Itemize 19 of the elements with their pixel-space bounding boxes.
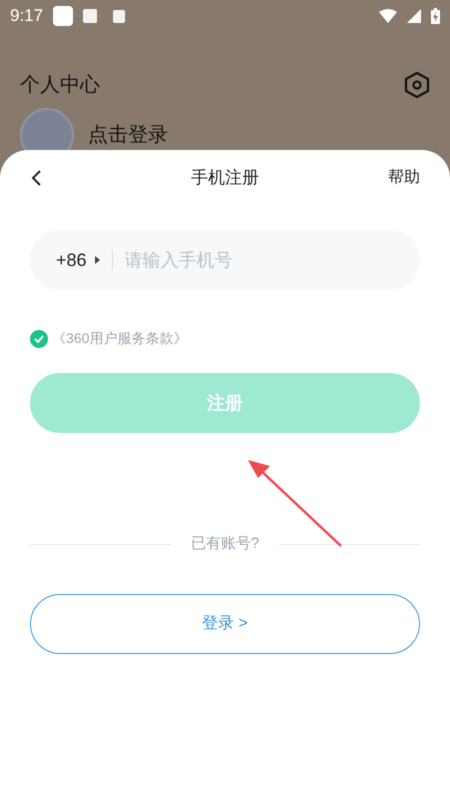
caret-icon bbox=[94, 256, 100, 264]
agreement-checkbox[interactable] bbox=[30, 330, 48, 348]
battery-icon bbox=[431, 8, 440, 24]
checkmark-icon bbox=[34, 334, 44, 342]
sheet-title: 手机注册 bbox=[191, 167, 259, 190]
settings-icon[interactable] bbox=[404, 71, 430, 99]
notification-icon bbox=[53, 6, 74, 26]
notification-icon bbox=[113, 10, 126, 22]
notification-icon bbox=[83, 9, 98, 23]
wifi-icon bbox=[379, 9, 397, 23]
back-icon[interactable] bbox=[30, 169, 42, 187]
page-title: 个人中心 bbox=[20, 73, 100, 98]
signal-icon bbox=[407, 9, 421, 23]
phone-input-field[interactable]: +86 请输入手机号 bbox=[30, 230, 420, 290]
status-time: 9:17 bbox=[10, 5, 44, 28]
divider-text: 已有账号? bbox=[190, 534, 260, 554]
country-code[interactable]: +86 bbox=[56, 246, 87, 274]
login-prompt: 点击登录 bbox=[88, 123, 168, 148]
help-button[interactable]: 帮助 bbox=[388, 166, 420, 190]
